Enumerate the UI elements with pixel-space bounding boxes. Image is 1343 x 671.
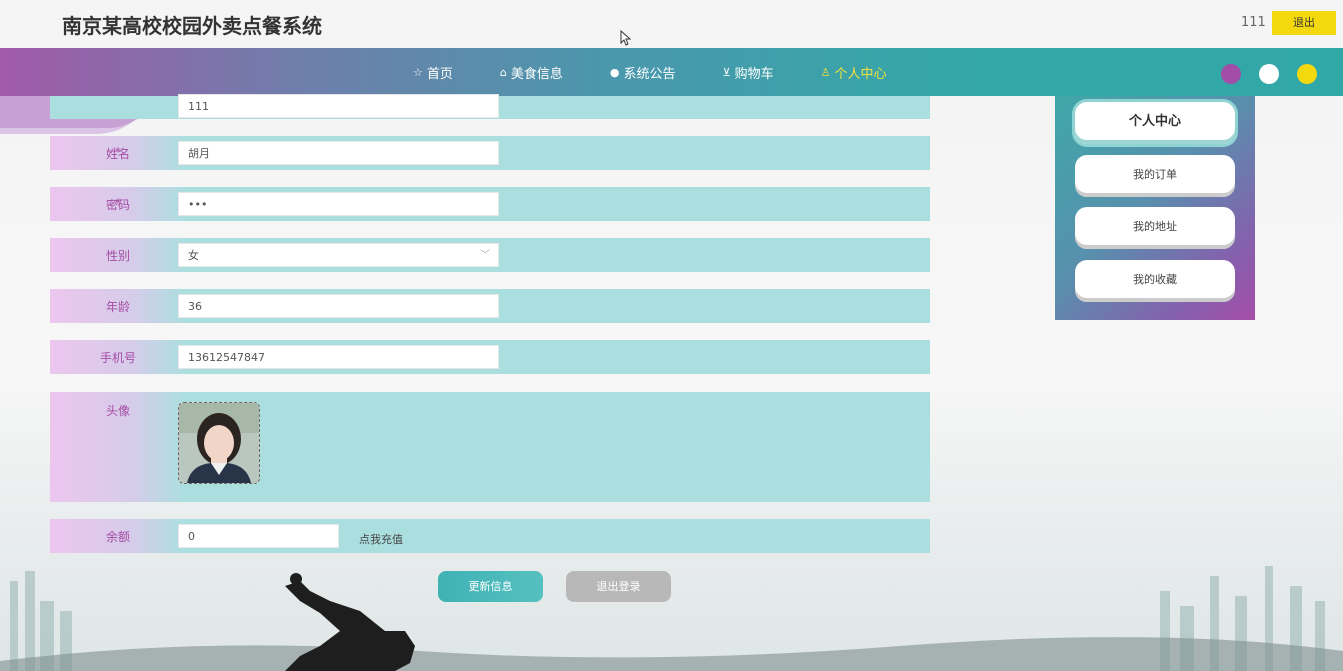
side-item-address[interactable]: 我的地址 <box>1075 207 1235 249</box>
gender-select[interactable]: 女 ﹀ <box>178 243 499 267</box>
side-item-favorites[interactable]: 我的收藏 <box>1075 260 1235 302</box>
form-row-age: 年龄 36 <box>50 289 930 323</box>
nav-item-label: 系统公告 <box>623 66 676 82</box>
phone-input[interactable]: 13612547847 <box>178 345 499 369</box>
form-row-balance: 余额 0 点我充值 <box>50 519 930 553</box>
avatar-label: 头像 <box>105 404 130 418</box>
avatar-upload[interactable] <box>178 402 260 484</box>
theme-dot-yellow[interactable] <box>1297 64 1317 84</box>
nav-item-home[interactable]: ☆ 首页 <box>413 63 453 82</box>
nav-item-label: 个人中心 <box>834 66 887 82</box>
form-row-name: * 姓名 胡月 <box>50 136 930 170</box>
theme-dot-purple[interactable] <box>1221 64 1241 84</box>
form-row-gender: 性别 女 ﹀ <box>50 238 930 272</box>
recharge-link[interactable]: 点我充值 <box>359 531 403 547</box>
age-label: 年龄 <box>105 300 130 314</box>
avatar-photo <box>179 403 259 483</box>
nav-menu: ☆ 首页 ⌂ 美食信息 ● 系统公告 ⊻ 购物车 ♙ 个人中心 <box>413 48 933 96</box>
profile-side-panel: 个人中心 我的订单 我的地址 我的收藏 <box>1055 96 1255 320</box>
chevron-down-icon: ﹀ <box>480 250 490 261</box>
nav-item-notice[interactable]: ● 系统公告 <box>610 63 676 82</box>
info-icon: ● <box>609 65 620 79</box>
username: 111 <box>1241 15 1266 30</box>
form-row-phone: 手机号 13612547847 <box>50 340 930 374</box>
user-icon: ♙ <box>820 65 831 79</box>
nav-item-profile[interactable]: ♙ 个人中心 <box>821 63 887 82</box>
site-title: 南京某高校校园外卖点餐系统 <box>62 14 322 38</box>
nav-item-label: 购物车 <box>734 66 774 82</box>
nav-item-label: 美食信息 <box>510 66 563 82</box>
form-row-avatar: 头像 <box>50 392 930 502</box>
background-skyline <box>0 566 1343 671</box>
nav-item-cart[interactable]: ⊻ 购物车 <box>723 63 774 82</box>
balance-input[interactable]: 0 <box>178 524 339 548</box>
logout-button[interactable]: 退出 <box>1272 11 1336 35</box>
balance-label: 余额 <box>105 530 130 544</box>
gender-label: 性别 <box>105 249 130 263</box>
side-item-orders[interactable]: 我的订单 <box>1075 155 1235 197</box>
theme-dot-white[interactable] <box>1259 64 1279 84</box>
side-title[interactable]: 个人中心 <box>1075 102 1235 144</box>
nav-item-food[interactable]: ⌂ 美食信息 <box>500 63 563 82</box>
star-icon: ☆ <box>413 65 423 79</box>
cart-icon: ⊻ <box>722 65 731 79</box>
bag-icon: ⌂ <box>499 65 507 79</box>
phone-label: 手机号 <box>99 351 136 365</box>
password-input[interactable]: ••• <box>178 192 499 216</box>
form-row-password: * 密码 ••• <box>50 187 930 221</box>
name-input[interactable]: 胡月 <box>178 141 499 165</box>
top-bar: 南京某高校校园外卖点餐系统 111 退出 <box>0 0 1343 48</box>
nav-item-label: 首页 <box>426 66 453 82</box>
account-input[interactable]: 111 <box>178 94 499 118</box>
form-row-account: 111 <box>50 94 930 119</box>
age-input[interactable]: 36 <box>178 294 499 318</box>
mouse-cursor-icon <box>620 29 632 50</box>
